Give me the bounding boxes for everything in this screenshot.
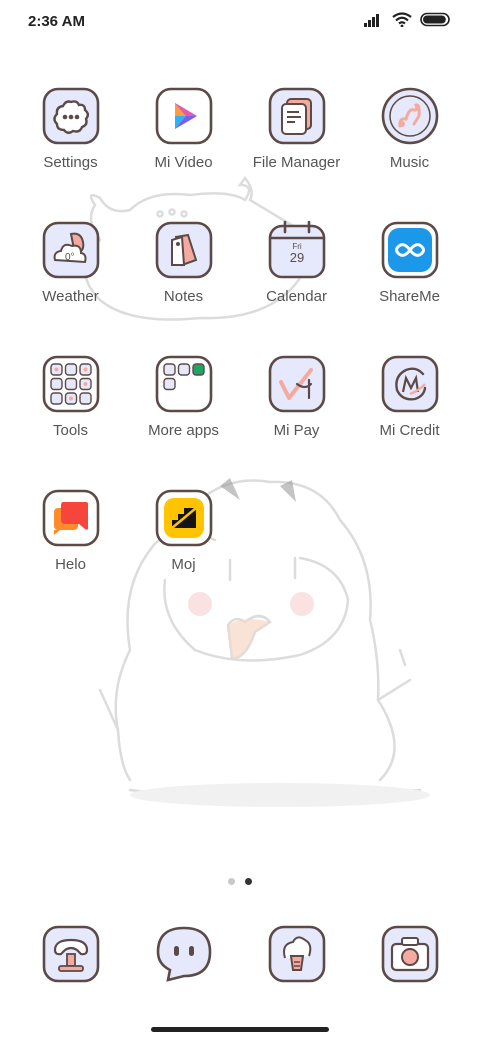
page-indicator[interactable] [0, 878, 480, 885]
app-mi-video[interactable]: Mi Video [127, 86, 240, 220]
home-indicator[interactable] [151, 1027, 329, 1032]
mi-credit-icon [380, 354, 440, 414]
app-label: Calendar [266, 288, 327, 305]
status-time: 2:36 AM [28, 13, 85, 30]
app-label: ShareMe [379, 288, 440, 305]
app-label: Moj [171, 556, 196, 573]
app-row: Settings Mi Video File Manager Music [14, 86, 466, 220]
dock [14, 924, 466, 984]
folder-tools[interactable]: Tools [14, 354, 127, 488]
moj-icon [154, 488, 214, 548]
app-calendar[interactable]: Fri 29 Calendar [240, 220, 353, 354]
app-row: Tools More apps Mi Pay Mi Credit [14, 354, 466, 488]
app-label: Tools [52, 422, 89, 439]
wifi-icon [392, 12, 412, 32]
tools-folder-icon [41, 354, 101, 414]
dock-camera[interactable] [353, 924, 466, 984]
camera-icon [380, 924, 440, 984]
more-apps-folder-icon [154, 354, 214, 414]
dock-browser[interactable] [240, 924, 353, 984]
app-shareme[interactable]: ShareMe [353, 220, 466, 354]
app-label: Weather [42, 288, 99, 305]
dock-phone[interactable] [14, 924, 127, 984]
app-helo[interactable]: Helo [14, 488, 127, 622]
mi-pay-icon [267, 354, 327, 414]
battery-icon [420, 12, 452, 32]
folder-more-apps[interactable]: More apps [127, 354, 240, 488]
settings-icon [41, 86, 101, 146]
mi-video-icon [154, 86, 214, 146]
app-label: Mi Credit [379, 422, 440, 439]
weather-icon: 0° [41, 220, 101, 280]
calendar-date: 29 [289, 250, 303, 265]
calendar-icon: Fri 29 [267, 220, 327, 280]
page-dot-active[interactable] [245, 878, 252, 885]
app-moj[interactable]: Moj [127, 488, 240, 622]
file-manager-icon [267, 86, 327, 146]
browser-icon [267, 924, 327, 984]
app-label: File Manager [252, 154, 341, 171]
app-file-manager[interactable]: File Manager [240, 86, 353, 220]
app-mi-pay[interactable]: Mi Pay [240, 354, 353, 488]
page-dot[interactable] [228, 878, 235, 885]
app-label: Music [389, 154, 430, 171]
phone-icon [41, 924, 101, 984]
status-bar: 2:36 AM [0, 0, 480, 44]
signal-icon [364, 13, 384, 32]
notes-icon [154, 220, 214, 280]
music-icon [380, 86, 440, 146]
app-row: 0° Weather Notes Fri 29 Calendar ShareMe [14, 220, 466, 354]
shareme-icon [380, 220, 440, 280]
app-grid: Settings Mi Video File Manager Music 0° … [14, 86, 466, 622]
messages-icon [154, 924, 214, 984]
app-row: Helo Moj [14, 488, 466, 622]
app-label: Notes [163, 288, 204, 305]
app-label: Mi Video [154, 154, 213, 171]
app-mi-credit[interactable]: Mi Credit [353, 354, 466, 488]
app-music[interactable]: Music [353, 86, 466, 220]
weather-temp: 0° [65, 252, 75, 263]
app-label: Settings [43, 154, 98, 171]
app-weather[interactable]: 0° Weather [14, 220, 127, 354]
app-label: Helo [55, 556, 86, 573]
app-label: More apps [148, 422, 219, 439]
app-label: Mi Pay [273, 422, 320, 439]
app-settings[interactable]: Settings [14, 86, 127, 220]
dock-messages[interactable] [127, 924, 240, 984]
helo-icon [41, 488, 101, 548]
app-notes[interactable]: Notes [127, 220, 240, 354]
